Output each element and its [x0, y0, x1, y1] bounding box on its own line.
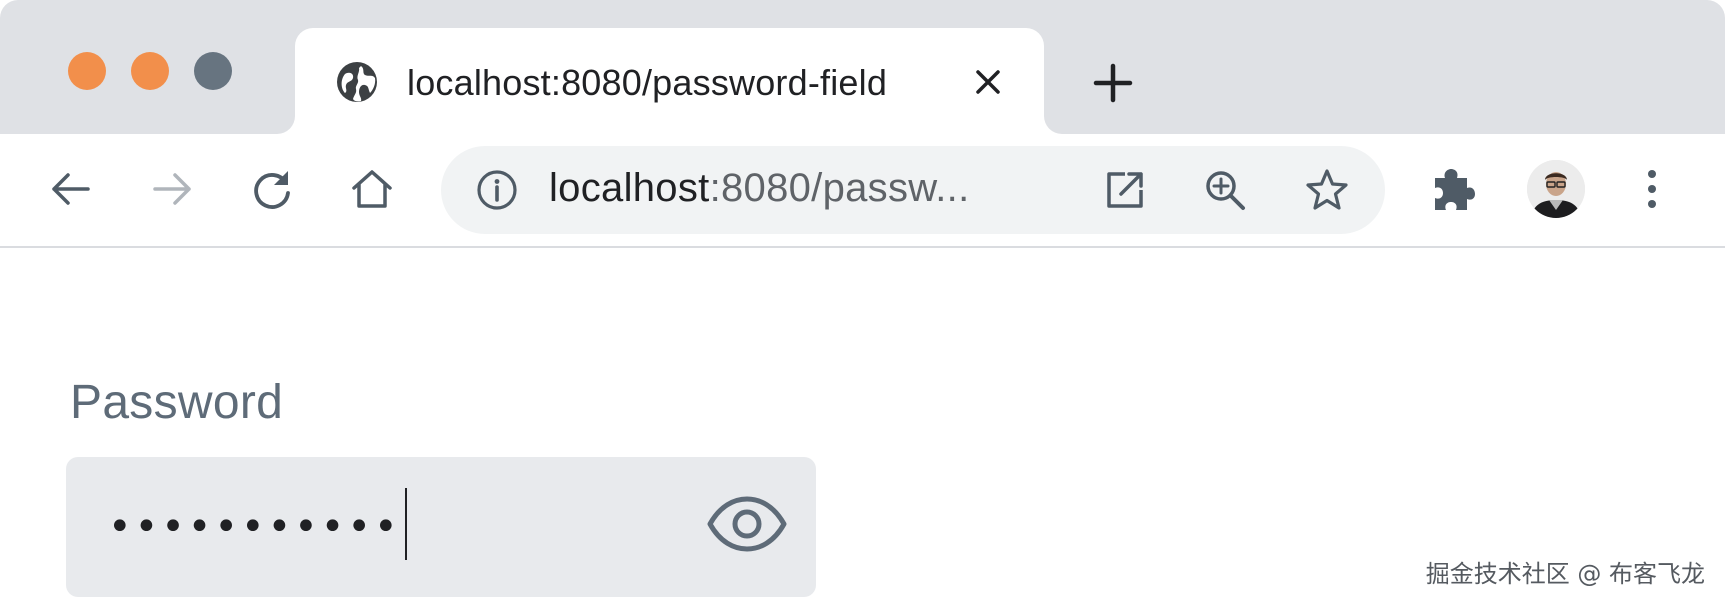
- browser-window: localhost:8080/password-field localhost:…: [0, 0, 1725, 601]
- page-content: Password •••••••••••: [0, 250, 1725, 601]
- tab-title: localhost:8080/password-field: [407, 62, 888, 103]
- kebab-menu-icon[interactable]: [1632, 164, 1672, 214]
- open-external-icon[interactable]: [1101, 166, 1149, 214]
- window-close-button[interactable]: [68, 52, 106, 90]
- arrow-right-icon[interactable]: [147, 164, 197, 214]
- avatar[interactable]: [1527, 160, 1585, 218]
- zoom-in-icon[interactable]: [1201, 166, 1249, 214]
- reload-icon[interactable]: [247, 164, 297, 214]
- password-input[interactable]: •••••••••••: [108, 488, 407, 560]
- password-mask: •••••••••••: [108, 504, 401, 550]
- eye-icon[interactable]: [706, 494, 788, 554]
- address-url[interactable]: localhost:8080/passw...: [549, 166, 970, 211]
- url-path: :8080/passw...: [709, 166, 970, 210]
- watermark: 掘金技术社区 @ 布客飞龙: [1425, 560, 1705, 588]
- window-minimize-button[interactable]: [131, 52, 169, 90]
- text-caret: [404, 488, 407, 560]
- password-field[interactable]: •••••••••••: [66, 457, 816, 597]
- home-icon[interactable]: [347, 164, 397, 214]
- url-host: localhost: [549, 166, 710, 210]
- address-bar[interactable]: localhost:8080/passw...: [441, 146, 1385, 234]
- window-maximize-button[interactable]: [194, 52, 232, 90]
- browser-toolbar: localhost:8080/passw...: [0, 134, 1725, 248]
- arrow-left-icon[interactable]: [46, 164, 96, 214]
- browser-tab[interactable]: localhost:8080/password-field: [295, 28, 1044, 134]
- puzzle-icon[interactable]: [1427, 164, 1477, 214]
- plus-icon[interactable]: [1092, 62, 1134, 104]
- close-icon[interactable]: [971, 65, 1005, 99]
- info-icon[interactable]: [475, 168, 519, 212]
- tab-strip: localhost:8080/password-field: [0, 0, 1725, 134]
- globe-icon: [335, 60, 379, 104]
- star-icon[interactable]: [1303, 166, 1351, 214]
- password-label: Password: [70, 376, 284, 429]
